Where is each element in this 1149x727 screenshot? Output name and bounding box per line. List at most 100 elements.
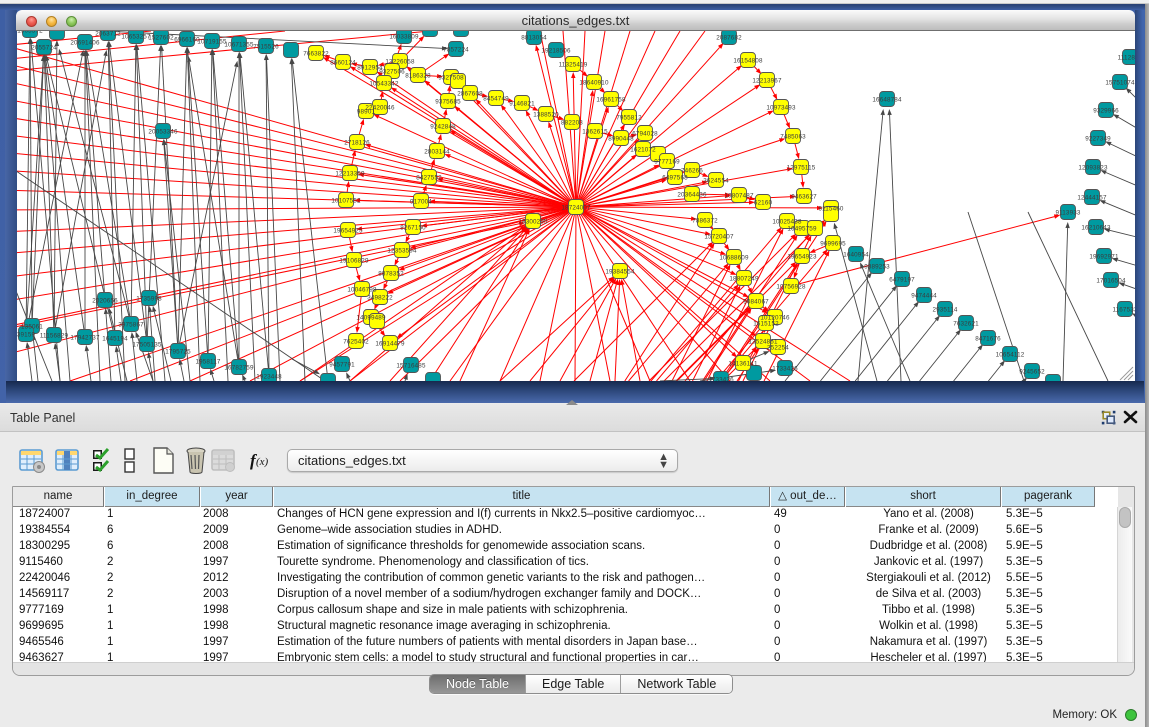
svg-text:12353594: 12353594 [387,247,417,254]
svg-text:7955812: 7955812 [616,114,642,121]
svg-text:19692971: 19692971 [1089,253,1119,260]
svg-text:1615152: 1615152 [753,320,779,327]
svg-text:8660124: 8660124 [330,59,356,66]
svg-text:39159: 39159 [17,331,35,338]
svg-text:746266: 746266 [681,167,703,174]
svg-text:11325419: 11325419 [559,61,588,68]
svg-text:19654923: 19654923 [787,253,817,260]
svg-text:17016504: 17016504 [1096,277,1126,284]
svg-text:13226058: 13226058 [385,58,415,65]
svg-text:16782759: 16782759 [224,364,254,371]
svg-text:20364436: 20364436 [677,191,707,198]
svg-text:2803144: 2803144 [424,148,450,155]
svg-text:18300295: 18300295 [518,218,548,225]
svg-text:9113933: 9113933 [1055,209,1080,216]
svg-text:16961758: 16961758 [596,96,626,103]
svg-text:8267150: 8267150 [400,224,426,231]
svg-text:7886372: 7886372 [692,217,718,224]
svg-text:9227349: 9227349 [1085,135,1111,142]
svg-text:1958117: 1958117 [195,358,220,365]
svg-text:1388520: 1388520 [533,111,559,118]
svg-text:9777169: 9777169 [654,158,680,165]
svg-text:9463627: 9463627 [791,193,817,200]
svg-text:9329966: 9329966 [1093,107,1119,114]
svg-text:1167533: 1167533 [1112,306,1135,313]
svg-text:9242848: 9242848 [430,123,456,130]
svg-text:1905572: 1905572 [17,31,43,34]
svg-text:12975115: 12975115 [787,164,816,171]
svg-text:8186328: 8186328 [405,72,431,79]
svg-text:10719155: 10719155 [197,38,227,45]
svg-text:9389253: 9389253 [864,263,890,270]
svg-text:20691406: 20691406 [70,39,100,46]
svg-text:3975867: 3975867 [118,321,144,328]
svg-text:2718126: 2718126 [344,139,370,146]
svg-text:15720407: 15720407 [704,233,734,240]
svg-text:10543342: 10543342 [369,80,399,87]
svg-text:1923448: 1923448 [256,373,282,380]
svg-text:9084067: 9084067 [743,298,769,305]
svg-text:10654112: 10654112 [996,351,1025,358]
svg-text:17505135: 17505135 [132,341,162,348]
svg-text:9146821: 9146821 [509,100,535,107]
svg-text:17942737: 17942737 [70,334,100,341]
svg-text:9474444: 9474444 [911,292,937,299]
svg-text:19218506: 19218506 [541,47,571,54]
svg-text:16495759: 16495759 [787,225,817,232]
svg-text:9327506: 9327506 [379,68,405,75]
svg-text:10653257: 10653257 [121,33,151,40]
svg-text:20053346: 20053346 [148,128,178,135]
svg-text:98901: 98901 [357,108,376,115]
svg-text:1735998: 1735998 [136,295,162,302]
svg-text:7515526: 7515526 [253,43,279,50]
svg-text:12213369: 12213369 [335,170,365,177]
svg-text:7857224: 7857224 [443,46,469,53]
svg-text:16154808: 16154808 [733,57,763,64]
svg-text:252254: 252254 [767,344,789,351]
svg-text:6966160: 6966160 [174,36,200,43]
svg-text:10807487: 10807487 [724,192,754,199]
svg-text:8454749: 8454749 [483,95,509,102]
svg-text:9115460: 9115460 [818,205,843,212]
svg-text:10688609: 10688609 [719,254,749,261]
svg-text:3498222: 3498222 [367,294,393,301]
svg-text:18724007: 18724007 [561,204,591,211]
svg-text:18640910: 18640910 [579,79,609,86]
svg-text:1733426: 1733426 [772,365,798,372]
svg-text:135061: 135061 [21,323,43,330]
svg-text:10046798: 10046798 [347,286,377,293]
svg-text:10107552: 10107552 [331,197,361,204]
svg-text:10025438: 10025438 [772,218,802,225]
svg-text:8878352: 8878352 [378,270,404,277]
svg-text:2935114: 2935114 [932,306,957,313]
svg-text:15751074: 15751074 [1105,79,1135,86]
svg-text:8427552: 8427552 [416,174,442,181]
svg-text:7485063: 7485063 [780,133,806,140]
svg-text:1527602: 1527602 [148,34,174,41]
svg-text:6497568: 6497568 [662,174,688,181]
svg-text:1362615: 1362615 [582,128,608,135]
svg-text:2055724: 2055724 [31,44,57,51]
svg-text:6794028: 6794028 [632,130,658,137]
svg-text:9699695: 9699695 [820,240,846,247]
svg-text:3624554: 3624554 [703,177,729,184]
svg-text:18807249: 18807249 [729,275,759,282]
svg-text:8471676: 8471676 [975,335,1001,342]
svg-text:19384554: 19384554 [605,268,635,275]
svg-text:12093823: 12093823 [1078,164,1108,171]
svg-text:12444157: 12444157 [1077,194,1107,201]
svg-text:62160: 62160 [754,199,773,206]
svg-text:1621072: 1621072 [630,146,656,153]
svg-text:12213967: 12213967 [752,77,782,84]
svg-text:2063712: 2063712 [95,31,121,37]
svg-text:19106829: 19106829 [339,257,369,264]
svg-text:9375685: 9375685 [435,98,461,105]
svg-text:10671355: 10671355 [224,41,254,48]
svg-text:19654925: 19654925 [333,227,363,234]
svg-text:1640954: 1640954 [843,251,869,258]
svg-text:8813054: 8813054 [521,34,547,41]
svg-text:16033809: 16033809 [389,33,419,40]
svg-text:8990448: 8990448 [608,135,634,142]
svg-text:2087682: 2087682 [716,34,742,41]
svg-text:(x): (x) [256,456,269,468]
